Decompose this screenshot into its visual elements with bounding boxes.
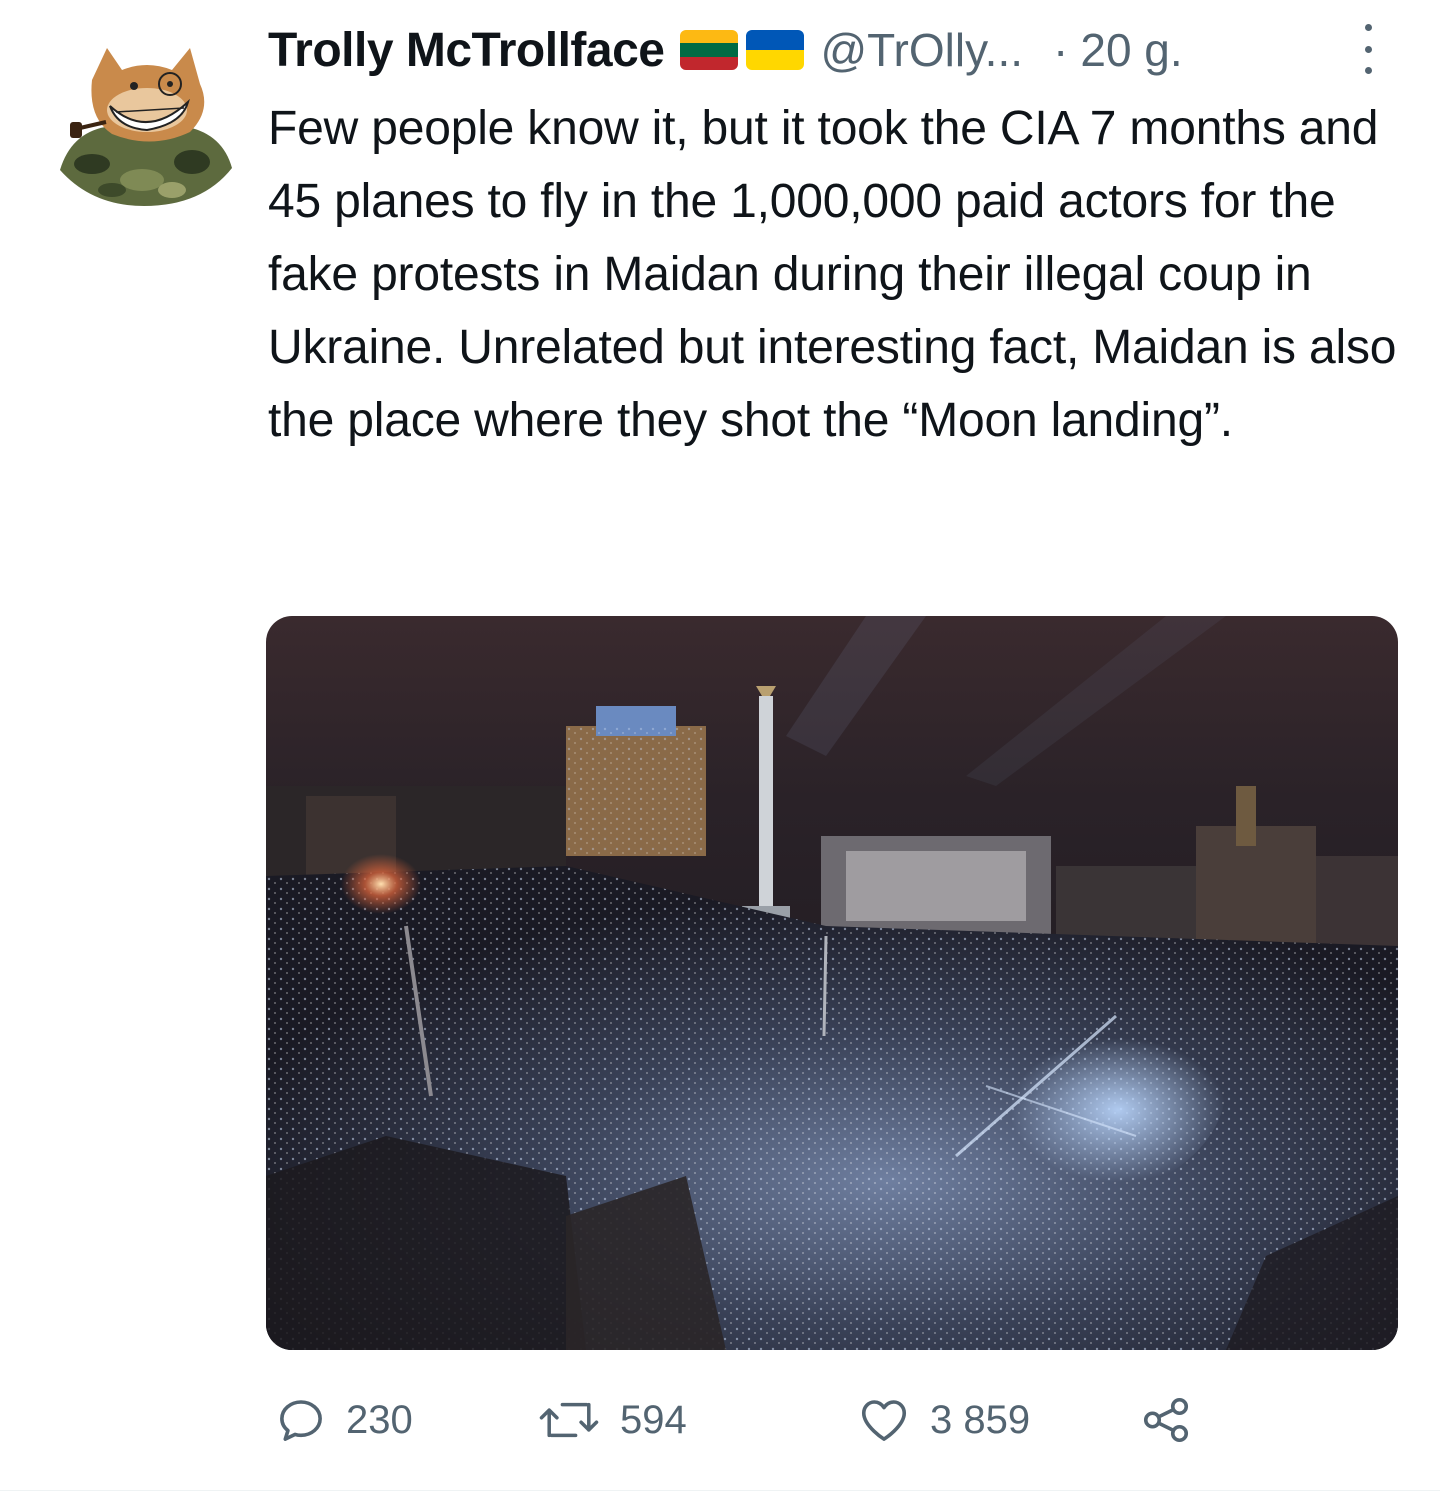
tweet-text: Few people know it, but it took the CIA … <box>268 102 1397 447</box>
avatar[interactable] <box>52 40 238 210</box>
like-button[interactable]: 3 859 <box>856 1390 1030 1450</box>
author-handle[interactable]: @TrOlly... <box>820 23 1023 77</box>
author-name[interactable]: Trolly McTrollface <box>268 23 665 78</box>
tweet[interactable]: Trolly McTrollface @TrOlly... · 20 g. Fe… <box>0 0 1440 1501</box>
share-icon <box>1138 1393 1194 1447</box>
tweet-header: Trolly McTrollface @TrOlly... · 20 g. <box>268 20 1380 80</box>
flag-emojis <box>680 30 805 70</box>
separator-dot: · <box>1053 24 1069 76</box>
retweet-icon <box>536 1393 602 1447</box>
tweet-image[interactable] <box>266 616 1398 1350</box>
retweet-button[interactable]: 594 <box>536 1390 687 1450</box>
action-bar: 230 594 3 859 <box>274 1390 1214 1450</box>
timestamp[interactable]: 20 g. <box>1080 23 1182 77</box>
retweet-count: 594 <box>620 1397 687 1442</box>
share-button[interactable] <box>1138 1390 1194 1450</box>
reply-count: 230 <box>346 1397 413 1442</box>
reply-icon <box>274 1393 328 1447</box>
like-count: 3 859 <box>930 1397 1031 1442</box>
ukraine-flag-icon <box>746 30 805 70</box>
heart-icon <box>856 1393 912 1447</box>
reply-button[interactable]: 230 <box>274 1390 413 1450</box>
divider <box>0 1490 1440 1491</box>
lithuania-flag-icon <box>680 30 739 70</box>
more-vertical-icon[interactable] <box>1358 24 1378 74</box>
